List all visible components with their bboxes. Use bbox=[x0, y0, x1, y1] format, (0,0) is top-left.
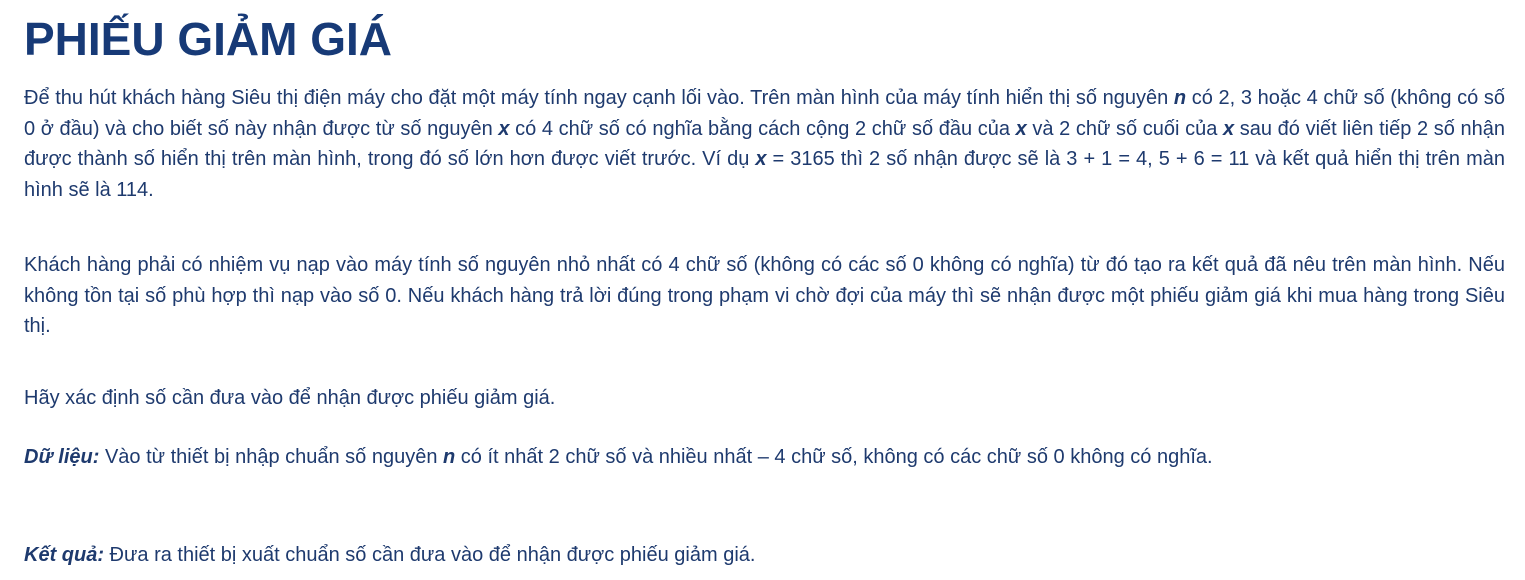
text: có ít nhất 2 chữ số và nhiều nhất – 4 ch… bbox=[455, 446, 1213, 468]
variable-x: x bbox=[755, 148, 767, 170]
description-paragraph: Để thu hút khách hàng Siêu thị điện máy … bbox=[24, 83, 1505, 205]
text: và 2 chữ số cuối của bbox=[1026, 117, 1224, 140]
problem-statement: PHIẾU GIẢM GIÁ Để thu hút khách hàng Siê… bbox=[24, 0, 1505, 566]
output-label: Kết quả: bbox=[24, 544, 104, 566]
text: Đưa ra thiết bị xuất chuẩn số cần đưa và… bbox=[104, 544, 756, 566]
question-paragraph: Hãy xác định số cần đưa vào để nhận được… bbox=[24, 387, 556, 409]
input-label: Dữ liệu: bbox=[24, 446, 100, 468]
text: có 4 chữ số có nghĩa bằng cách cộng 2 ch… bbox=[509, 117, 1016, 140]
variable-x: x bbox=[498, 117, 510, 140]
variable-n: n bbox=[443, 446, 456, 468]
text: Vào từ thiết bị nhập chuẩn số nguyên bbox=[99, 446, 444, 468]
page-title: PHIẾU GIẢM GIÁ bbox=[24, 13, 393, 65]
variable-x: x bbox=[1015, 117, 1027, 140]
variable-n: n bbox=[1173, 87, 1187, 109]
variable-x: x bbox=[1223, 117, 1235, 140]
input-spec-paragraph: Dữ liệu: Vào từ thiết bị nhập chuẩn số n… bbox=[24, 442, 1505, 473]
output-spec-paragraph: Kết quả: Đưa ra thiết bị xuất chuẩn số c… bbox=[24, 540, 1505, 571]
text: Để thu hút khách hàng Siêu thị điện máy … bbox=[24, 87, 1174, 109]
task-paragraph: Khách hàng phải có nhiệm vụ nạp vào máy … bbox=[24, 254, 1505, 337]
